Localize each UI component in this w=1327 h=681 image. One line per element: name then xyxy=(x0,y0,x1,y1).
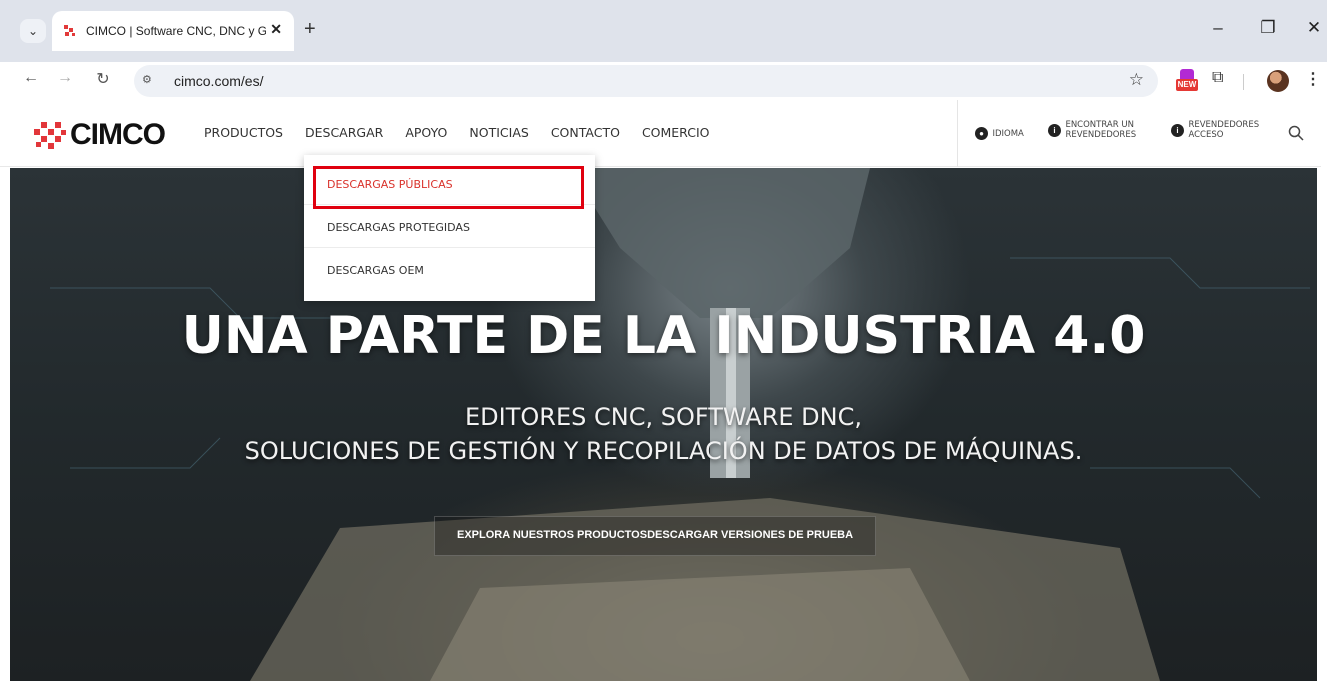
url-text: cimco.com/es/ xyxy=(174,73,264,89)
restore-window-icon[interactable]: ❐ xyxy=(1256,18,1280,38)
nav-descargar[interactable]: DESCARGAR xyxy=(305,125,383,140)
minimize-icon[interactable]: – xyxy=(1206,18,1230,38)
browser-tab-bar: ⌄ CIMCO | Software CNC, DNC y G ✕ + – ❐ … xyxy=(0,0,1327,62)
find-resellers-line1: ENCONTRAR UN xyxy=(1065,120,1134,130)
language-label: IDIOMA xyxy=(992,128,1024,139)
nav-contacto[interactable]: CONTACTO xyxy=(551,125,620,140)
find-resellers-link[interactable]: i ENCONTRAR UN REVENDEDORES xyxy=(1048,120,1136,140)
toolbar-divider xyxy=(1243,74,1244,90)
logo-text: CIMCO xyxy=(70,118,166,151)
hero-subtitle: EDITORES CNC, SOFTWARE DNC, SOLUCIONES D… xyxy=(10,400,1317,468)
extension-new-icon[interactable]: NEW xyxy=(1176,69,1198,93)
browser-toolbar: ← → ↻ ⚙ cimco.com/es/ ☆ NEW ⧉ ⋮ xyxy=(0,62,1327,100)
nav-noticias[interactable]: NOTICIAS xyxy=(469,125,528,140)
language-selector[interactable]: ● IDIOMA xyxy=(975,125,1024,143)
hero-cta-group: EXPLORA NUESTROS PRODUCTOS DESCARGAR VER… xyxy=(434,516,877,556)
hero-title: UNA PARTE DE LA INDUSTRIA 4.0 xyxy=(181,306,1146,366)
menu-item-descargas-protegidas[interactable]: DESCARGAS PROTEGIDAS xyxy=(304,206,595,248)
bookmark-star-icon[interactable]: ☆ xyxy=(1129,70,1144,90)
tab-title: CIMCO | Software CNC, DNC y G xyxy=(86,24,266,38)
cimco-logo[interactable]: CIMCO xyxy=(32,118,166,152)
address-bar[interactable]: ⚙ cimco.com/es/ ☆ xyxy=(134,65,1158,97)
search-icon[interactable] xyxy=(1287,124,1305,142)
download-trial-button[interactable]: DESCARGAR VERSIONES DE PRUEBA xyxy=(647,517,875,555)
main-nav: PRODUCTOS DESCARGAR APOYO NOTICIAS CONTA… xyxy=(204,125,732,140)
page-scrollbar[interactable] xyxy=(1321,100,1327,681)
browser-menu-icon[interactable]: ⋮ xyxy=(1305,69,1321,89)
browser-tab-active[interactable]: CIMCO | Software CNC, DNC y G ✕ xyxy=(52,11,294,51)
site-info-icon[interactable]: ⚙ xyxy=(142,73,152,86)
menu-item-descargas-oem[interactable]: DESCARGAS OEM xyxy=(304,249,595,291)
resellers-access-link[interactable]: i REVENDEDORES ACCESO xyxy=(1171,120,1259,140)
close-window-icon[interactable]: ✕ xyxy=(1302,18,1326,38)
location-icon: i xyxy=(1048,123,1061,137)
site-header: CIMCO PRODUCTOS DESCARGAR APOYO NOTICIAS… xyxy=(0,100,1327,167)
globe-icon: ● xyxy=(975,127,988,141)
hero-subtitle-line2: SOLUCIONES DE GESTIÓN Y RECOPILACIÓN DE … xyxy=(244,437,1083,465)
extensions-puzzle-icon[interactable]: ⧉ xyxy=(1212,69,1223,87)
back-icon[interactable]: ← xyxy=(20,69,42,87)
reload-icon[interactable]: ↻ xyxy=(92,69,114,89)
hero-banner: UNA PARTE DE LA INDUSTRIA 4.0 EDITORES C… xyxy=(10,168,1317,681)
cimco-logo-mark-icon xyxy=(34,122,66,149)
header-divider xyxy=(957,100,958,167)
extension-new-badge: NEW xyxy=(1176,79,1198,91)
profile-avatar[interactable] xyxy=(1267,70,1289,92)
new-tab-button[interactable]: + xyxy=(304,18,316,41)
explore-products-button[interactable]: EXPLORA NUESTROS PRODUCTOS xyxy=(435,517,647,555)
resellers-access-line2: ACCESO xyxy=(1188,130,1224,140)
cimco-favicon-icon xyxy=(64,25,75,36)
nav-comercio[interactable]: COMERCIO xyxy=(642,125,710,140)
user-icon: i xyxy=(1171,123,1184,137)
close-tab-icon[interactable]: ✕ xyxy=(270,21,282,38)
forward-icon[interactable]: → xyxy=(54,69,76,87)
nav-apoyo[interactable]: APOYO xyxy=(405,125,447,140)
tab-search-button[interactable]: ⌄ xyxy=(20,19,46,43)
web-page: CIMCO PRODUCTOS DESCARGAR APOYO NOTICIAS… xyxy=(0,100,1327,681)
find-resellers-line2: REVENDEDORES xyxy=(1065,130,1137,140)
resellers-access-line1: REVENDEDORES xyxy=(1188,120,1260,130)
hero-subtitle-line1: EDITORES CNC, SOFTWARE DNC, xyxy=(465,403,862,431)
annotation-highlight-box xyxy=(313,166,584,209)
nav-productos[interactable]: PRODUCTOS xyxy=(204,125,283,140)
